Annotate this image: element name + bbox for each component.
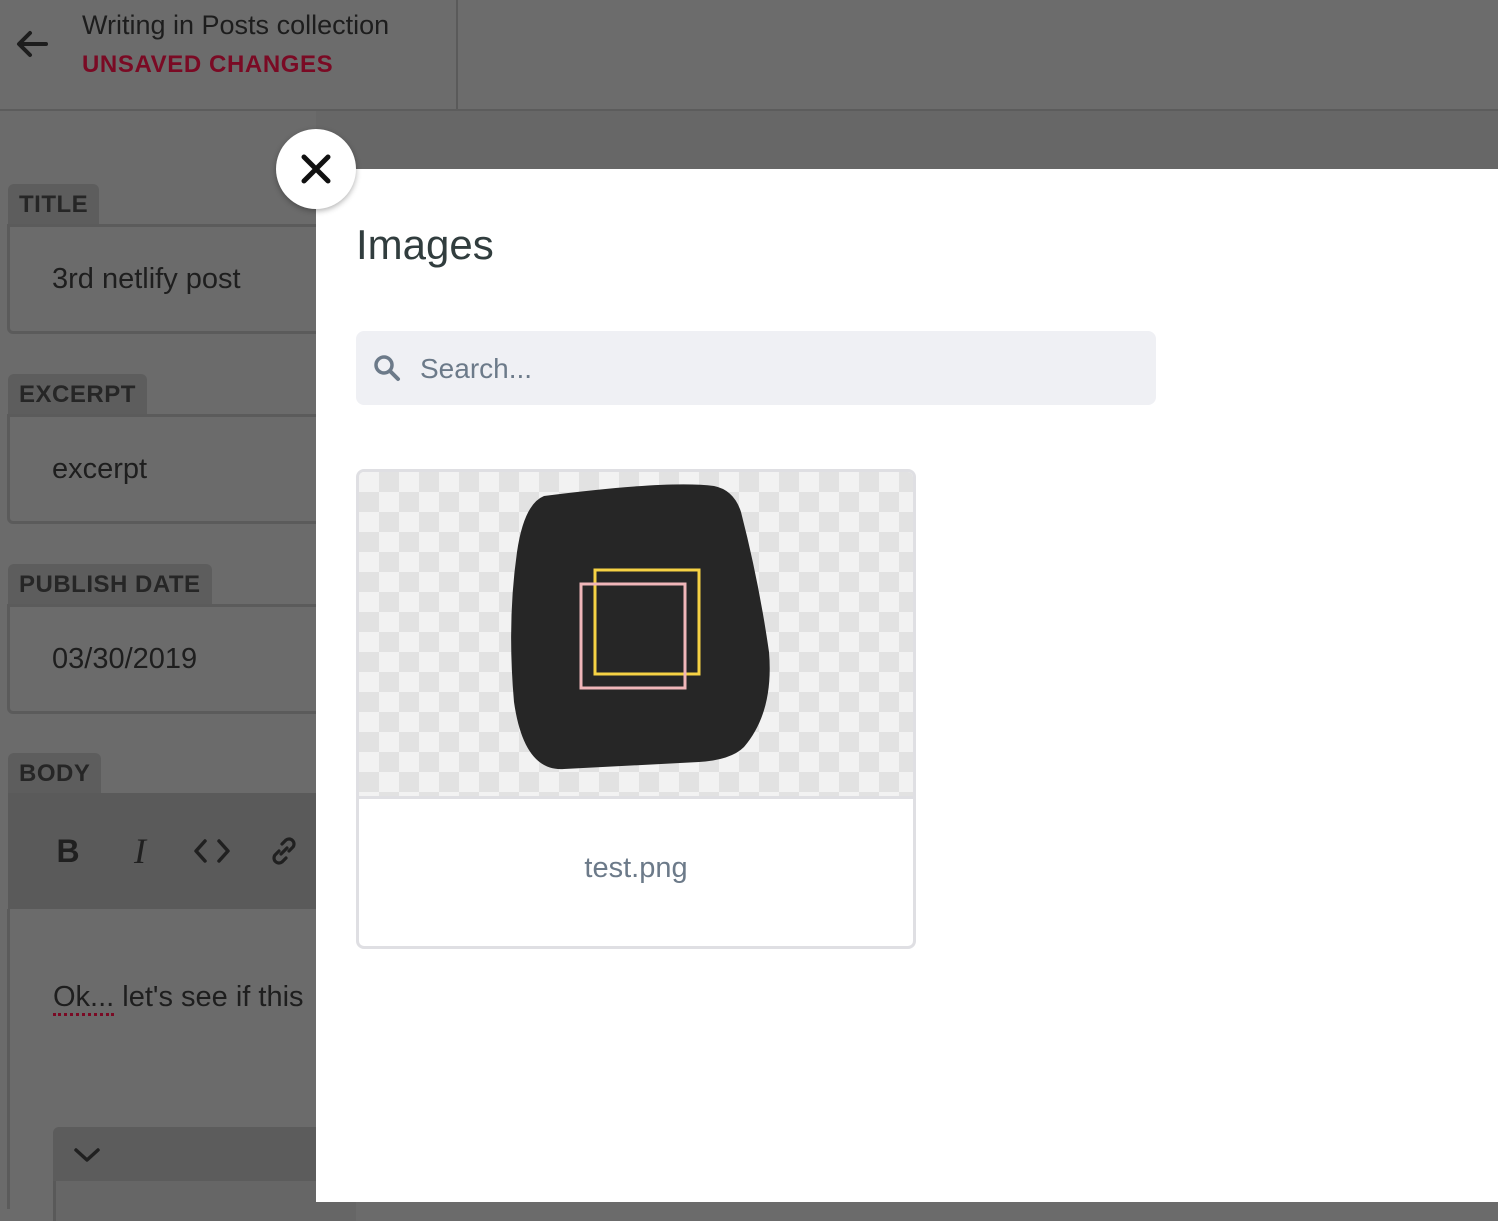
body-text-rest: let's see if this [114,981,304,1013]
body-field-label: BODY [8,753,102,793]
italic-icon: I [134,831,146,871]
body-toolbar: B I [8,793,338,909]
title-field[interactable]: 3rd netlify post [7,224,337,334]
header-block: Writing in Posts collection UNSAVED CHAN… [82,8,389,82]
link-button[interactable] [264,831,304,871]
title-field-value: 3rd netlify post [52,263,241,295]
embedded-block-header [53,1127,356,1221]
code-icon [194,839,230,863]
media-card-filename: test.png [584,852,688,884]
bold-button[interactable]: B [48,831,88,871]
back-button[interactable] [8,20,56,68]
collapse-toggle[interactable] [71,1139,103,1171]
arrow-left-icon [17,31,48,57]
code-button[interactable] [192,831,232,871]
chevron-down-icon [74,1148,100,1162]
search-icon [374,355,400,381]
excerpt-field-value: excerpt [52,453,148,485]
body-editor[interactable]: Ok... let's see if this [7,909,356,1221]
editor-topbar: Writing in Posts collection UNSAVED CHAN… [0,0,1498,111]
publish-date-field-value: 03/30/2019 [52,643,198,675]
excerpt-field-label: EXCERPT [8,374,147,414]
image-thumbnail [511,484,770,770]
media-library-modal: Images test.png [316,169,1498,1202]
modal-title: Images [356,221,494,268]
excerpt-field[interactable]: excerpt [7,414,337,524]
publish-date-field[interactable]: 03/30/2019 [7,604,337,714]
embedded-block-body [53,1181,356,1221]
media-card[interactable]: test.png [356,469,916,949]
header-divider [456,0,458,109]
publish-date-field-label: PUBLISH DATE [8,564,212,604]
search-bar [356,331,1156,407]
collection-title: Writing in Posts collection [82,10,390,40]
bold-icon: B [56,832,80,869]
search-input[interactable] [418,331,1142,407]
overlay-strip [316,111,1498,169]
body-text: Ok... let's see if this [53,981,304,1016]
title-field-label: TITLE [8,184,100,224]
media-card-preview [359,472,913,799]
close-modal-button[interactable] [276,129,356,209]
italic-button[interactable]: I [120,831,160,871]
close-icon [301,154,331,184]
unsaved-status: UNSAVED CHANGES [82,51,334,78]
body-text-first-word: Ok... [53,981,115,1016]
link-icon [272,837,296,865]
